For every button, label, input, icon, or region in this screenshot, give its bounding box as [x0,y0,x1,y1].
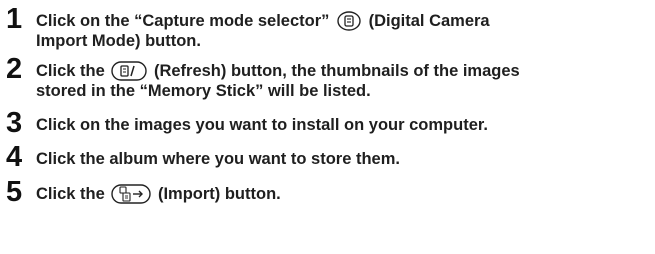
step-text: Click the (Refresh) button, the thumbnai… [36,61,648,101]
step-line: Import Mode) button. [36,32,201,50]
step-number: 5 [6,176,23,208]
step-text: Click the album where you want to store … [36,149,648,169]
step-text: Click on the images you want to install … [36,115,648,135]
instruction-steps: 1 Click on the “Capture mode selector” (… [0,0,655,254]
digital-camera-import-mode-icon [336,11,362,31]
refresh-icon [111,61,148,81]
step-text: Click on the “Capture mode selector” (Di… [36,11,648,51]
step-text-part: Click the [36,62,110,80]
step-line: Click on the images you want to install … [36,116,488,134]
step-text-part: Click on the “Capture mode selector” [36,12,334,30]
step-number: 3 [6,107,23,139]
step-line: Click on the “Capture mode selector” (Di… [36,11,648,31]
step-text: Click the (Import) button. [36,184,648,204]
step-number: 2 [6,53,23,85]
step-line: Click the album where you want to store … [36,150,400,168]
step-line: stored in the “Memory Stick” will be lis… [36,82,371,100]
step-line: Click the (Import) button. [36,184,648,204]
step-text-part: (Refresh) button, the thumbnails of the … [149,62,520,80]
step-number: 1 [6,3,23,35]
import-icon [111,184,152,204]
step-text-part: (Digital Camera [363,12,490,30]
step-text-part: (Import) button. [153,185,281,203]
step-number: 4 [6,141,23,173]
step-text-part: Click the [36,185,110,203]
step-line: Click the (Refresh) button, the thumbnai… [36,61,648,81]
